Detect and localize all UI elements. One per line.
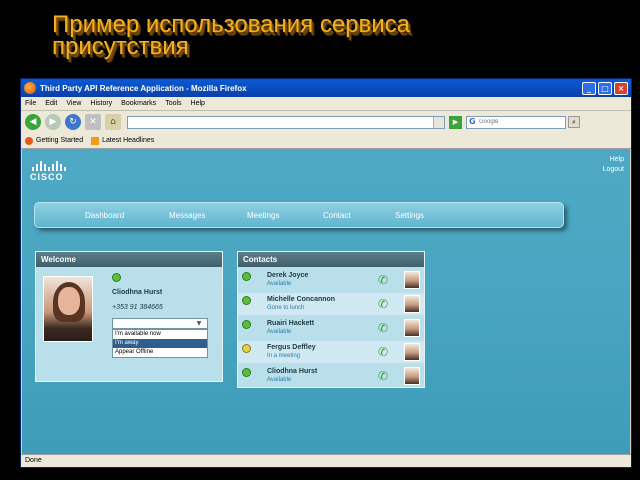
phone-icon[interactable]: ✆ [378,321,388,335]
contact-status: Gone to lunch [267,305,305,311]
nav-meetings[interactable]: Meetings [247,211,323,220]
contact-row[interactable]: Cliodhna Hurst Available ✆ [238,365,424,387]
contact-status: Available [267,329,292,335]
presence-available-icon [242,296,251,305]
go-button[interactable]: ▶ [449,115,462,129]
search-input[interactable] [479,117,559,127]
status-option-away[interactable]: I'm away [113,339,207,348]
presence-available-icon [242,272,251,281]
menu-tools[interactable]: Tools [165,100,181,107]
navigation-toolbar: ◀ ▶ ↻ ✕ ⌂ ▶ G ⌕ [21,111,631,133]
menu-bookmarks[interactable]: Bookmarks [121,100,156,107]
status-option-offline[interactable]: Appear Offline [113,348,207,357]
contact-name: Cliodhna Hurst [267,368,318,375]
phone-icon[interactable]: ✆ [378,369,388,383]
welcome-header: Welcome [36,252,222,267]
status-options-list: I'm available now I'm away Appear Offlin… [112,329,208,358]
welcome-panel: Welcome Cliodhna Hurst +353 91 384665 ▼ … [35,251,223,382]
logo-text: CISCO [30,172,64,182]
help-link[interactable]: Help [603,155,624,165]
title-bar: Third Party API Reference Application - … [21,79,631,97]
contact-status: Available [267,377,292,383]
nav-dashboard[interactable]: Dashboard [85,211,169,220]
contact-row[interactable]: Michelle Concannon Gone to lunch ✆ [238,293,424,315]
contacts-panel: Contacts Derek Joyce Available ✆ Michell… [237,251,425,388]
contact-row[interactable]: Fergus Deffley In a meeting ✆ [238,341,424,363]
contact-row[interactable]: Ruairi Hackett Available ✆ [238,317,424,339]
bookmark-label: Latest Headlines [102,137,155,144]
browser-window: Third Party API Reference Application - … [20,78,632,468]
contacts-header: Contacts [238,252,424,267]
rss-icon [91,136,100,145]
presence-available-icon [112,273,121,282]
user-name: Cliodhna Hurst [112,289,163,296]
user-avatar [43,276,93,342]
google-icon: G [469,117,476,126]
contact-avatar [404,271,420,289]
web-page: CISCO Help Logout Dashboard Messages Mee… [22,149,630,455]
reload-button[interactable]: ↻ [65,114,81,130]
top-links: Help Logout [603,155,624,175]
bookmark-latest-headlines[interactable]: Latest Headlines [91,136,155,145]
menu-edit[interactable]: Edit [45,100,57,107]
contact-avatar [404,295,420,313]
address-bar[interactable] [127,115,445,129]
contact-name: Michelle Concannon [267,296,336,303]
nav-settings[interactable]: Settings [395,211,455,220]
contact-name: Derek Joyce [267,272,309,279]
menu-file[interactable]: File [25,100,36,107]
stop-button[interactable]: ✕ [85,114,101,130]
cisco-logo[interactable]: CISCO [30,161,76,182]
logout-link[interactable]: Logout [603,165,624,175]
status-select[interactable]: ▼ [112,318,208,329]
forward-button[interactable]: ▶ [45,114,61,130]
bookmarks-toolbar: Getting Started Latest Headlines [21,133,631,149]
phone-icon[interactable]: ✆ [378,297,388,311]
slide-title: Пример использования сервиса присутствия… [52,11,492,62]
home-button[interactable]: ⌂ [105,114,121,130]
search-button[interactable]: ⌕ [568,116,580,128]
minimize-button[interactable]: _ [582,81,596,95]
status-bar: Done [21,454,631,467]
menu-view[interactable]: View [66,100,81,107]
phone-icon[interactable]: ✆ [378,273,388,287]
contact-row[interactable]: Derek Joyce Available ✆ [238,269,424,291]
contact-avatar [404,367,420,385]
menu-history[interactable]: History [90,100,112,107]
search-box[interactable]: G [466,115,566,129]
phone-icon[interactable]: ✆ [378,345,388,359]
presence-available-icon [242,368,251,377]
user-phone: +353 91 384665 [112,304,163,311]
window-title: Third Party API Reference Application - … [40,83,247,93]
presence-busy-icon [242,344,251,353]
contact-status: In a meeting [267,353,301,359]
main-nav: Dashboard Messages Meetings Contact Sett… [34,202,564,228]
close-button[interactable]: × [614,81,628,95]
nav-contact[interactable]: Contact [323,211,395,220]
back-button[interactable]: ◀ [25,114,41,130]
menu-bar: File Edit View History Bookmarks Tools H… [21,97,631,111]
status-option-available[interactable]: I'm available now [113,330,207,339]
maximize-button[interactable]: □ [598,81,612,95]
bookmark-getting-started[interactable]: Getting Started [25,136,84,145]
cisco-bars-icon [32,161,76,171]
contact-status: Available [267,281,292,287]
chevron-down-icon[interactable]: ▼ [192,320,206,327]
contact-name: Fergus Deffley [267,344,316,351]
firefox-icon [24,82,36,94]
slide-title-text: Пример использования сервиса присутствия [52,11,411,60]
bookmark-label: Getting Started [36,137,84,144]
presence-available-icon [242,320,251,329]
nav-messages[interactable]: Messages [169,211,247,220]
firefox-bookmark-icon [25,136,33,145]
contact-avatar [404,343,420,361]
menu-help[interactable]: Help [191,100,205,107]
contact-avatar [404,319,420,337]
contact-name: Ruairi Hackett [267,320,315,327]
